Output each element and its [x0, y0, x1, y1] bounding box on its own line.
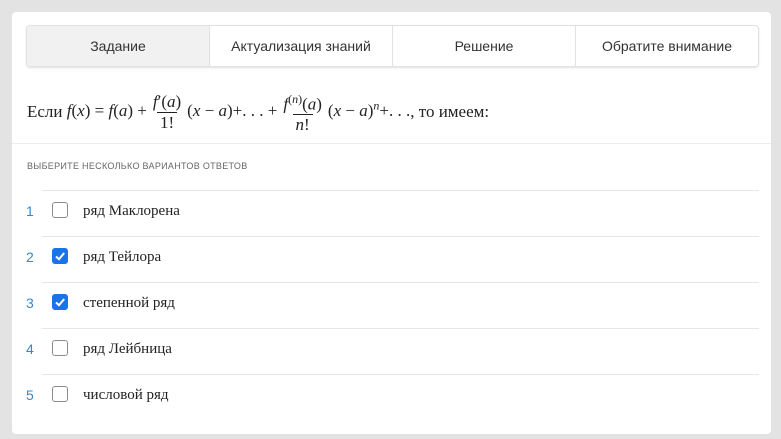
option-label[interactable]: числовой ряд	[83, 387, 169, 404]
tab-task[interactable]: Задание	[27, 26, 210, 66]
question-formula: f(x) = f(a) + f′(a) 1! (x − a)+. . . + f(n)(…	[66, 91, 411, 135]
question-suffix: , то имеем:	[410, 102, 490, 121]
answer-option[interactable]: 3 степенной ряд	[12, 282, 771, 328]
option-label[interactable]: ряд Маклорена	[83, 203, 180, 220]
option-number: 5	[26, 387, 34, 403]
option-divider	[42, 374, 759, 375]
option-checkbox[interactable]	[52, 294, 68, 310]
option-divider	[42, 328, 759, 329]
option-divider	[42, 190, 759, 191]
tab-bar: Задание Актуализация знаний Решение Обра…	[26, 25, 759, 67]
tab-notice[interactable]: Обратите внимание	[576, 26, 758, 66]
option-checkbox[interactable]	[52, 248, 68, 264]
option-number: 1	[26, 203, 34, 219]
option-label[interactable]: ряд Тейлора	[83, 249, 161, 266]
option-number: 3	[26, 295, 34, 311]
checkmark-icon	[55, 252, 65, 261]
question-prefix: Если	[27, 102, 63, 121]
answer-option[interactable]: 4 ряд Лейбница	[12, 328, 771, 374]
option-checkbox[interactable]	[52, 340, 68, 356]
option-number: 4	[26, 341, 34, 357]
option-divider	[42, 236, 759, 237]
tab-solution[interactable]: Решение	[393, 26, 576, 66]
divider	[12, 143, 771, 144]
task-card: Задание Актуализация знаний Решение Обра…	[12, 12, 771, 434]
checkmark-icon	[55, 298, 65, 307]
tab-knowledge[interactable]: Актуализация знаний	[210, 26, 393, 66]
answer-hint: ВЫБЕРИТЕ НЕСКОЛЬКО ВАРИАНТОВ ОТВЕТОВ	[27, 161, 248, 171]
option-checkbox[interactable]	[52, 202, 68, 218]
option-divider	[42, 282, 759, 283]
option-label[interactable]: ряд Лейбница	[83, 341, 172, 358]
option-number: 2	[26, 249, 34, 265]
question-text: Если f(x) = f(a) + f′(a) 1! (x − a)+. . . +…	[27, 80, 767, 144]
answer-options: 1 ряд Маклорена 2 ряд Тейлора 3 степенно…	[12, 190, 771, 420]
option-label[interactable]: степенной ряд	[83, 295, 175, 312]
answer-option[interactable]: 5 числовой ряд	[12, 374, 771, 420]
answer-option[interactable]: 1 ряд Маклорена	[12, 190, 771, 236]
option-checkbox[interactable]	[52, 386, 68, 402]
answer-option[interactable]: 2 ряд Тейлора	[12, 236, 771, 282]
